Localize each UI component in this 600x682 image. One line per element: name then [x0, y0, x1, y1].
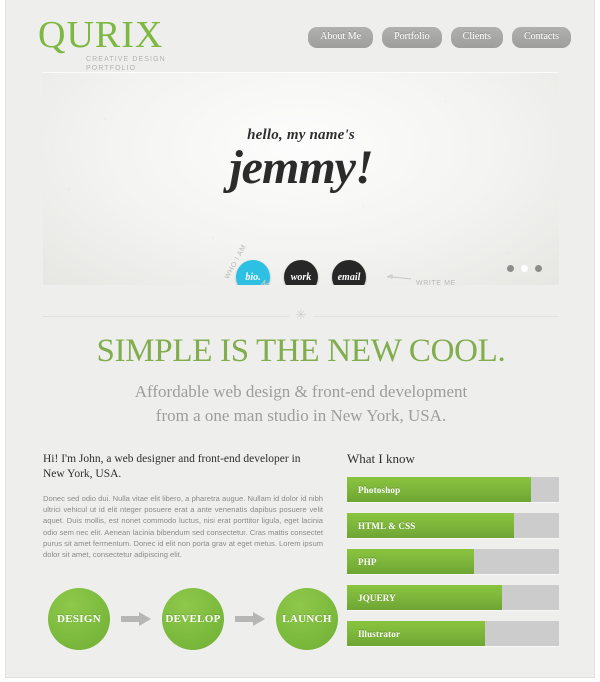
- skill-bar-illustrator[interactable]: Illustrator: [347, 621, 559, 646]
- arrow-right-icon: [121, 612, 151, 626]
- page-subtitle: Affordable web design & front-end develo…: [6, 380, 596, 428]
- headline-block: SIMPLE IS THE NEW COOL. Affordable web d…: [6, 332, 596, 428]
- skill-bar-html-css[interactable]: HTML & CSS: [347, 513, 559, 538]
- hero-circle-bio[interactable]: bio.: [236, 260, 270, 285]
- process-step-develop[interactable]: DEVELOP: [162, 588, 224, 650]
- main-navigation: About Me Portfolio Clients Contacts: [308, 27, 571, 48]
- process-arrow-2: [224, 612, 276, 626]
- divider-line-left: [43, 315, 289, 317]
- process-step-launch[interactable]: LAUNCH: [276, 588, 338, 650]
- skills-column: What I know Photoshop HTML & CSS PHP JQU…: [347, 452, 559, 657]
- about-lead-text: Hi! I'm John, a web designer and front-e…: [43, 453, 301, 480]
- asterisk-icon: ✳: [295, 308, 307, 323]
- section-divider: ✳: [43, 308, 559, 323]
- hero-slider[interactable]: hello, my name's jemmy! bio. work email …: [43, 72, 559, 285]
- hero-annotation-write-me: WRITE ME: [416, 280, 456, 285]
- nav-item-clients[interactable]: Clients: [450, 27, 503, 48]
- logo-wordmark: QURIX: [38, 14, 164, 56]
- hero-dot-2[interactable]: [521, 265, 528, 272]
- skill-bar-photoshop[interactable]: Photoshop: [347, 477, 559, 502]
- logo-tagline: CREATIVE DESIGN PORTFOLIO: [38, 55, 166, 73]
- divider-line-right: [313, 315, 559, 317]
- hero-slider-pagination: [507, 265, 542, 272]
- arrow-right-icon: [235, 612, 265, 626]
- logo-tagline-line1: CREATIVE DESIGN: [86, 56, 166, 63]
- skill-label-html-css: HTML & CSS: [358, 520, 416, 531]
- nav-item-portfolio[interactable]: Portfolio: [382, 27, 442, 48]
- site-header: QURIX CREATIVE DESIGN PORTFOLIO About Me…: [6, 0, 596, 72]
- skill-bar-php[interactable]: PHP: [347, 549, 559, 574]
- skills-title: What I know: [347, 451, 415, 466]
- process-steps: DESIGN DEVELOP LAUNCH: [48, 588, 338, 650]
- hero-circle-email[interactable]: email: [332, 260, 366, 285]
- skill-label-php: PHP: [358, 556, 377, 567]
- hero-name: jemmy!: [229, 141, 373, 194]
- hero-dot-3[interactable]: [535, 265, 542, 272]
- about-body-text: Donec sed odio dui. Nulla vitae elit lib…: [43, 494, 323, 560]
- site-logo[interactable]: QURIX CREATIVE DESIGN PORTFOLIO: [38, 16, 166, 73]
- skill-bar-jquery[interactable]: JQUERY: [347, 585, 559, 610]
- nav-item-about-me[interactable]: About Me: [308, 27, 374, 48]
- page-subtitle-line1: Affordable web design & front-end develo…: [134, 382, 468, 401]
- skill-label-illustrator: Illustrator: [358, 628, 401, 639]
- hero-dot-1[interactable]: [507, 265, 514, 272]
- page-subtitle-line2: from a one man studio in New York, USA.: [155, 406, 447, 425]
- skill-label-jquery: JQUERY: [358, 592, 396, 603]
- process-step-design[interactable]: DESIGN: [48, 588, 110, 650]
- process-arrow-1: [110, 612, 162, 626]
- page-title: SIMPLE IS THE NEW COOL.: [96, 333, 506, 369]
- hero-circle-links: bio. work email: [43, 260, 559, 285]
- page-container: QURIX CREATIVE DESIGN PORTFOLIO About Me…: [5, 0, 595, 678]
- skill-label-photoshop: Photoshop: [358, 484, 401, 495]
- nav-item-contacts[interactable]: Contacts: [512, 27, 571, 48]
- hero-circle-work[interactable]: work: [284, 260, 318, 285]
